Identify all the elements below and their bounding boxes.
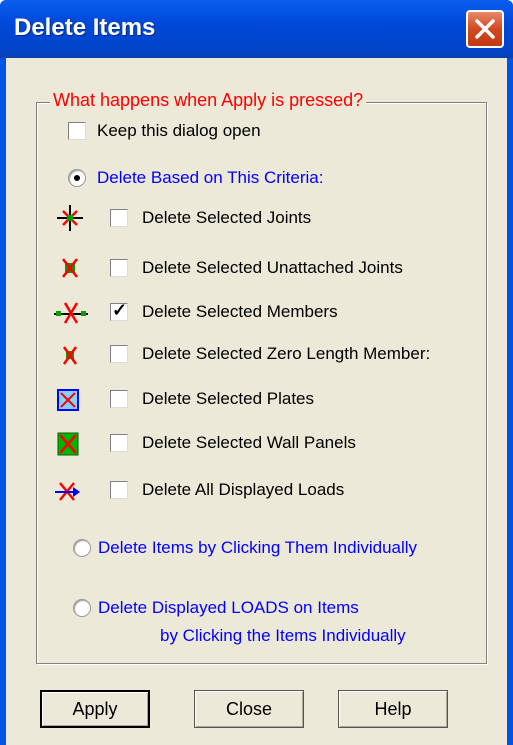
delete-loads-label-line1: Delete Displayed LOADS on Items [98, 598, 359, 617]
item-checkbox[interactable] [110, 390, 128, 408]
item-label: Delete Selected Zero Length Member: [142, 344, 431, 363]
apply-button[interactable]: Apply [40, 690, 150, 728]
keep-open-label: Keep this dialog open [97, 121, 261, 140]
group-legend: What happens when Apply is pressed? [50, 90, 367, 111]
load-icon [55, 482, 80, 501]
delete-loads-label-line2: by Clicking the Items Individually [160, 626, 406, 645]
plate-icon [57, 389, 79, 411]
unattached-joint-icon [62, 258, 78, 278]
close-window-button[interactable] [466, 10, 504, 48]
item-checkbox[interactable]: ✓ [110, 300, 128, 321]
criteria-radio-label: Delete Based on This Criteria: [97, 168, 324, 187]
member-icon [54, 302, 88, 324]
joint-icon [57, 205, 83, 231]
item-checkbox[interactable] [110, 434, 128, 452]
item-checkbox[interactable] [110, 345, 128, 363]
item-label: Delete All Displayed Loads [142, 480, 345, 499]
delete-individually-radio[interactable] [73, 539, 91, 557]
close-button[interactable]: Close [194, 690, 304, 728]
keep-open-checkbox[interactable] [68, 122, 86, 140]
window-title: Delete Items [14, 14, 156, 41]
item-label: Delete Selected Unattached Joints [142, 258, 403, 277]
title-bar[interactable]: Delete Items [0, 0, 513, 58]
item-checkbox[interactable] [110, 259, 128, 277]
delete-loads-radio[interactable] [73, 599, 91, 617]
zero-length-member-icon [62, 346, 78, 365]
close-icon [475, 19, 495, 39]
item-label: Delete Selected Wall Panels [142, 433, 356, 452]
item-checkbox[interactable] [110, 481, 128, 499]
help-button[interactable]: Help [338, 690, 448, 728]
delete-individually-label: Delete Items by Clicking Them Individual… [98, 538, 418, 557]
item-label: Delete Selected Joints [142, 208, 312, 227]
item-label: Delete Selected Plates [142, 389, 314, 408]
item-checkbox[interactable] [110, 209, 128, 227]
item-label: Delete Selected Members [142, 302, 338, 321]
wall-panel-icon [57, 432, 79, 456]
criteria-radio[interactable] [68, 169, 86, 187]
